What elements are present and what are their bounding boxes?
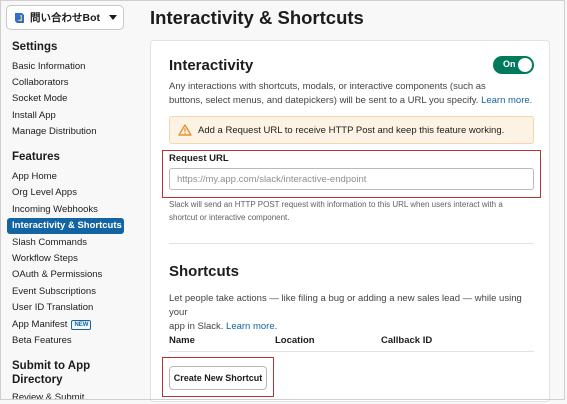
submit-heading-line1: Submit to App — [12, 360, 91, 372]
shortcuts-description: Let people take actions — like filing a … — [169, 292, 539, 334]
section-divider — [169, 243, 534, 244]
request-url-help-line2: shortcut or interactive component. — [169, 213, 290, 222]
sidebar-item-slash-commands[interactable]: Slash Commands — [12, 237, 87, 249]
description-text: app in Slack. — [169, 321, 224, 332]
app-selector[interactable]: 問い合わせBot — [6, 5, 124, 30]
shortcuts-description-line1: Let people take actions — like filing a … — [169, 293, 522, 318]
request-url-label: Request URL — [169, 153, 229, 164]
shortcuts-description-line2: app in Slack. Learn more. — [169, 320, 539, 334]
interactivity-description-line2: buttons, select menus, and datepickers) … — [169, 94, 539, 108]
sidebar-item-beta-features[interactable]: Beta Features — [12, 335, 72, 347]
description-text: buttons, select menus, and datepickers) … — [169, 95, 479, 106]
new-badge: NEW — [71, 320, 92, 330]
toggle-knob — [518, 58, 532, 72]
interactivity-description-line1: Any interactions with shortcuts, modals,… — [169, 81, 486, 92]
sidebar-item-socket-mode[interactable]: Socket Mode — [12, 93, 67, 105]
request-url-help-line1: Slack will send an HTTP POST request wit… — [169, 200, 503, 209]
app-name: 問い合わせBot — [30, 12, 100, 24]
request-url-help: Slack will send an HTTP POST request wit… — [169, 198, 531, 224]
submit-heading: Submit to App Directory — [12, 359, 90, 387]
sidebar-item-interactivity-shortcuts[interactable]: Interactivity & Shortcuts — [7, 218, 124, 234]
learn-more-link[interactable]: Learn more. — [481, 95, 532, 106]
sidebar-item-app-manifest[interactable]: App Manifest NEW — [12, 319, 92, 331]
toggle-label: On — [503, 59, 516, 69]
create-new-shortcut-button[interactable]: Create New Shortcut — [169, 366, 267, 390]
settings-heading: Settings — [12, 41, 58, 53]
sidebar-item-org-level-apps[interactable]: Org Level Apps — [12, 187, 77, 199]
shortcuts-title: Shortcuts — [169, 263, 240, 280]
warning-triangle-icon — [178, 124, 192, 136]
sidebar-item-oauth-permissions[interactable]: OAuth & Permissions — [12, 269, 102, 281]
warning-text: Add a Request URL to receive HTTP Post a… — [198, 125, 505, 136]
sidebar-item-manage-distribution[interactable]: Manage Distribution — [12, 126, 97, 138]
sidebar-item-workflow-steps[interactable]: Workflow Steps — [12, 253, 78, 265]
table-header-divider — [169, 351, 534, 352]
interactivity-description: Any interactions with shortcuts, modals,… — [169, 80, 539, 108]
sidebar-item-install-app[interactable]: Install App — [12, 110, 56, 122]
warning-banner: Add a Request URL to receive HTTP Post a… — [169, 116, 534, 144]
sidebar-item-incoming-webhooks[interactable]: Incoming Webhooks — [12, 204, 98, 216]
sidebar-item-review-submit[interactable]: Review & Submit — [12, 392, 84, 404]
sidebar-item-label: App Manifest — [12, 319, 68, 330]
chevron-down-icon — [109, 15, 117, 20]
features-heading: Features — [12, 151, 60, 163]
sidebar-item-collaborators[interactable]: Collaborators — [12, 77, 69, 89]
sidebar-item-event-subscriptions[interactable]: Event Subscriptions — [12, 286, 96, 298]
column-header-callback-id: Callback ID — [381, 335, 433, 346]
sidebar-item-basic-information[interactable]: Basic Information — [12, 61, 85, 73]
interactivity-toggle[interactable]: On — [493, 56, 534, 74]
sidebar-item-user-id-translation[interactable]: User ID Translation — [12, 302, 93, 314]
sidebar: 問い合わせBot Settings Basic Information Coll… — [0, 0, 135, 404]
page-title: Interactivity & Shortcuts — [150, 7, 364, 28]
submit-heading-line2: Directory — [12, 374, 63, 386]
column-header-location: Location — [275, 335, 315, 346]
sidebar-item-app-home[interactable]: App Home — [12, 171, 57, 183]
request-url-input[interactable] — [169, 168, 534, 190]
column-header-name: Name — [169, 335, 195, 346]
learn-more-link[interactable]: Learn more. — [226, 321, 277, 332]
app-logo-icon — [13, 12, 25, 24]
interactivity-title: Interactivity — [169, 57, 254, 74]
